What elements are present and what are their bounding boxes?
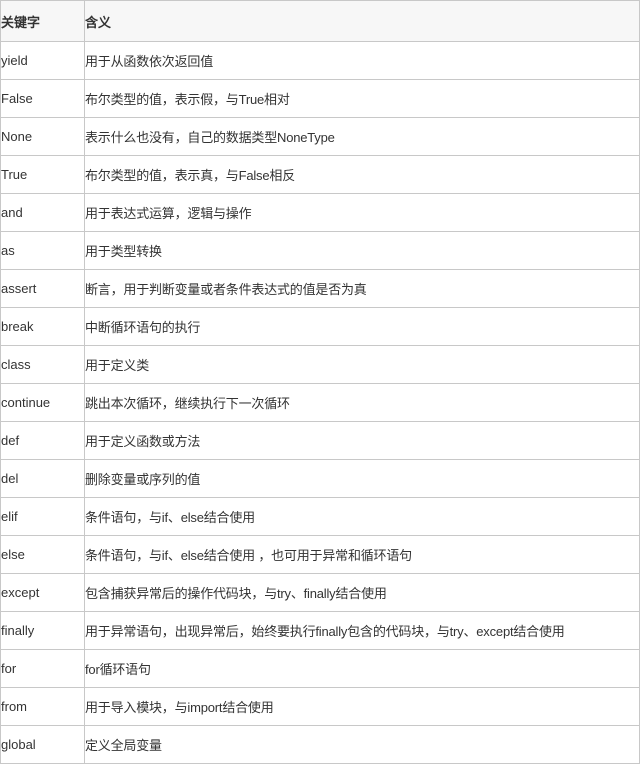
meaning-cell: 跳出本次循环，继续执行下一次循环	[84, 383, 640, 422]
table-row: except 包含捕获异常后的操作代码块，与try、finally结合使用	[0, 573, 640, 612]
table-row: global 定义全局变量	[0, 725, 640, 764]
table-row: yield 用于从函数依次返回值	[0, 41, 640, 80]
keyword-cell: else	[0, 535, 85, 574]
table-row: finally 用于异常语句，出现异常后，始终要执行finally包含的代码块，与…	[0, 611, 640, 650]
meaning-cell: 用于定义函数或方法	[84, 421, 640, 460]
meaning-cell: 用于从函数依次返回值	[84, 41, 640, 80]
keyword-cell: def	[0, 421, 85, 460]
table-row: as 用于类型转换	[0, 231, 640, 270]
meaning-cell: 用于导入模块，与import结合使用	[84, 687, 640, 726]
table-row: del 删除变量或序列的值	[0, 459, 640, 498]
meaning-cell: 布尔类型的值，表示真，与False相反	[84, 155, 640, 194]
table-row: None 表示什么也没有，自己的数据类型NoneType	[0, 117, 640, 156]
keywords-table: 关键字 含义 yield 用于从函数依次返回值 False 布尔类型的值，表示假，与T…	[0, 0, 640, 764]
table-row: def 用于定义函数或方法	[0, 421, 640, 460]
meaning-cell: 断言，用于判断变量或者条件表达式的值是否为真	[84, 269, 640, 308]
keyword-cell: as	[0, 231, 85, 270]
keyword-cell: yield	[0, 41, 85, 80]
meaning-cell: 布尔类型的值，表示假，与True相对	[84, 79, 640, 118]
keyword-cell: True	[0, 155, 85, 194]
keyword-cell: elif	[0, 497, 85, 536]
table-row: from 用于导入模块，与import结合使用	[0, 687, 640, 726]
keyword-cell: class	[0, 345, 85, 384]
keyword-cell: for	[0, 649, 85, 688]
table-row: else 条件语句，与if、else结合使用 ，也可用于异常和循环语句	[0, 535, 640, 574]
meaning-cell: 条件语句，与if、else结合使用	[84, 497, 640, 536]
keyword-cell: global	[0, 725, 85, 764]
meaning-cell: 用于异常语句，出现异常后，始终要执行finally包含的代码块，与try、exc…	[84, 611, 640, 650]
meaning-cell: 删除变量或序列的值	[84, 459, 640, 498]
keyword-cell: break	[0, 307, 85, 346]
keyword-cell: except	[0, 573, 85, 612]
table-row: True 布尔类型的值，表示真，与False相反	[0, 155, 640, 194]
keyword-cell: None	[0, 117, 85, 156]
keyword-cell: continue	[0, 383, 85, 422]
table-row: and 用于表达式运算，逻辑与操作	[0, 193, 640, 232]
keyword-cell: del	[0, 459, 85, 498]
table-row: assert 断言，用于判断变量或者条件表达式的值是否为真	[0, 269, 640, 308]
table-row: elif 条件语句，与if、else结合使用	[0, 497, 640, 536]
table-row: continue 跳出本次循环，继续执行下一次循环	[0, 383, 640, 422]
meaning-cell: 中断循环语句的执行	[84, 307, 640, 346]
header-keyword: 关键字	[0, 0, 85, 42]
keyword-cell: assert	[0, 269, 85, 308]
meaning-cell: 用于类型转换	[84, 231, 640, 270]
table-row: False 布尔类型的值，表示假，与True相对	[0, 79, 640, 118]
meaning-cell: 用于定义类	[84, 345, 640, 384]
keyword-cell: and	[0, 193, 85, 232]
keyword-cell: from	[0, 687, 85, 726]
meaning-cell: 包含捕获异常后的操作代码块，与try、finally结合使用	[84, 573, 640, 612]
table-header-row: 关键字 含义	[0, 0, 640, 42]
meaning-cell: 用于表达式运算，逻辑与操作	[84, 193, 640, 232]
keyword-cell: False	[0, 79, 85, 118]
table-row: break 中断循环语句的执行	[0, 307, 640, 346]
meaning-cell: for循环语句	[84, 649, 640, 688]
keyword-cell: finally	[0, 611, 85, 650]
meaning-cell: 表示什么也没有，自己的数据类型NoneType	[84, 117, 640, 156]
table-row: for for循环语句	[0, 649, 640, 688]
header-meaning: 含义	[84, 0, 640, 42]
table-body: yield 用于从函数依次返回值 False 布尔类型的值，表示假，与True相对 No…	[0, 41, 640, 764]
meaning-cell: 条件语句，与if、else结合使用 ，也可用于异常和循环语句	[84, 535, 640, 574]
meaning-cell: 定义全局变量	[84, 725, 640, 764]
table-row: class 用于定义类	[0, 345, 640, 384]
